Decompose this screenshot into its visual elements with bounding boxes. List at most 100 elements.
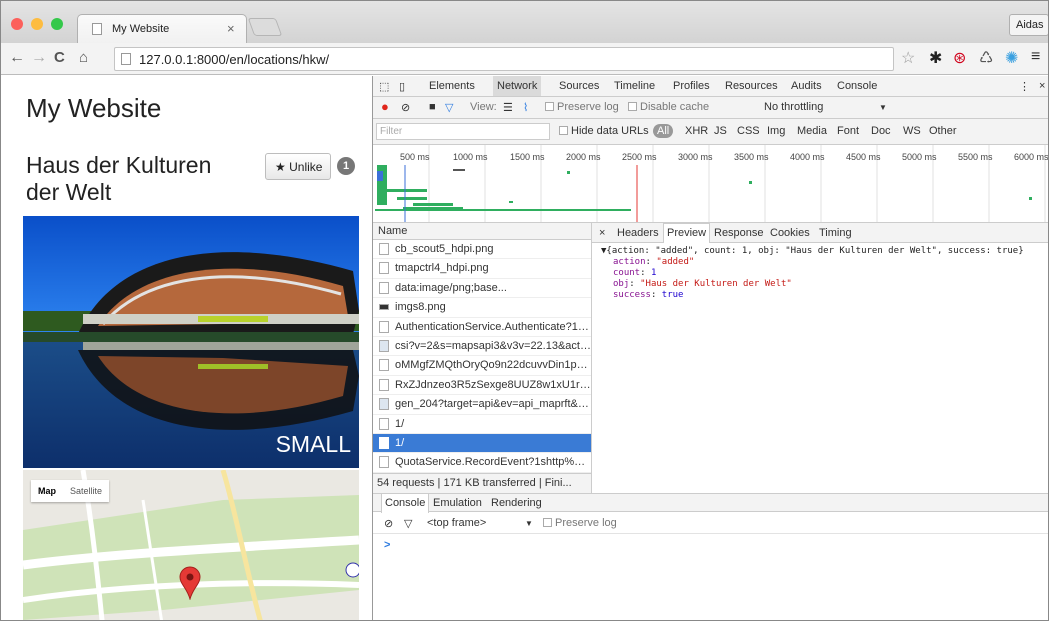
forward-icon[interactable]: → [31,49,47,67]
clear-icon[interactable]: ⊘ [401,101,410,114]
record-icon[interactable]: ● [381,99,389,114]
tab-console[interactable]: Console [837,80,877,92]
recycle-icon[interactable]: ♺ [979,48,993,68]
detail-tabs: × Headers Preview Response Cookies Timin… [592,223,1048,243]
chevron-down-icon: ▼ [879,103,887,112]
capture-screenshots-icon[interactable]: ■ [429,101,436,113]
filter-ws[interactable]: WS [903,125,921,137]
request-row[interactable]: AuthenticationService.Authenticate?1s... [373,318,591,337]
minimize-window-button[interactable] [31,18,43,30]
filter-doc[interactable]: Doc [871,125,891,137]
filter-css[interactable]: CSS [737,125,760,137]
request-row[interactable]: oMMgfZMQthOryQo9n22dcuvvDin1pK... [373,356,591,376]
new-tab-button[interactable] [247,18,283,36]
chevron-down-icon: ▼ [525,519,533,528]
timeline-tick: 4000 ms [790,152,825,162]
request-row[interactable]: RxZJdnzeo3R5zSexge8UUZ8w1xU1rKp... [373,376,591,396]
clear-console-icon[interactable]: ⊘ [384,517,393,530]
request-row[interactable]: data:image/png;base... [373,279,591,299]
filter-xhr[interactable]: XHR [685,125,708,137]
tab-close-icon[interactable]: × [227,21,235,36]
request-row[interactable]: gen_204?target=api&ev=api_maprft&c... [373,395,591,415]
unlike-button[interactable]: ★ Unlike [265,153,331,180]
tab-elements[interactable]: Elements [429,80,475,92]
request-row-selected[interactable]: 1/ [373,433,591,454]
devtools-close-icon[interactable]: × [1039,80,1045,92]
device-mode-icon[interactable]: ▯ [399,80,405,93]
image-icon [379,398,389,411]
tab-headers[interactable]: Headers [617,227,659,239]
pinterest-icon[interactable]: ⊛ [953,48,966,68]
filter-img[interactable]: Img [767,125,785,137]
context-select[interactable]: <top frame> [427,517,486,529]
large-rows-icon[interactable]: ☰ [503,101,513,114]
menu-icon[interactable]: ≡ [1031,48,1040,66]
reload-icon[interactable]: C [54,49,65,66]
console-prompt[interactable]: > [384,539,390,551]
filter-font[interactable]: Font [837,125,859,137]
name-column-header[interactable]: Name [373,223,591,240]
tab-rendering[interactable]: Rendering [491,497,542,509]
tab-timing[interactable]: Timing [819,227,852,239]
overview-icon[interactable]: ⌇ [523,101,528,114]
close-window-button[interactable] [11,18,23,30]
maximize-window-button[interactable] [51,18,63,30]
timeline-tick: 1000 ms [453,152,488,162]
tab-response[interactable]: Response [714,227,764,239]
tab-sources[interactable]: Sources [559,80,599,92]
filter-input[interactable]: Filter [376,123,550,140]
inspect-icon[interactable]: ⬚ [379,80,389,93]
console-preserve-log-checkbox[interactable]: Preserve log [543,517,617,529]
json-field: obj: "Haus der Kulturen der Welt" [613,279,792,289]
timeline-tick: 2500 ms [622,152,657,162]
preserve-log-checkbox[interactable]: Preserve log [545,101,619,113]
settings-gear-icon[interactable]: ✱ [929,48,942,68]
request-row[interactable]: 1/ [373,415,591,434]
extension-icon[interactable]: ✺ [1005,48,1018,68]
console-filter-icon[interactable]: ▽ [404,517,412,530]
browser-tab[interactable]: My Website × [77,14,247,43]
tab-resources[interactable]: Resources [725,80,778,92]
tab-network[interactable]: Network [493,76,542,96]
unlike-label: Unlike [289,160,323,174]
map-type-satellite-button[interactable]: Satellite [63,480,109,502]
json-field: action: "added" [613,257,695,267]
location-title: Haus der Kulturen der Welt [26,152,212,205]
map-marker-icon[interactable] [179,566,201,600]
filter-other[interactable]: Other [929,125,957,137]
tab-timeline[interactable]: Timeline [614,80,655,92]
tab-audits[interactable]: Audits [791,80,822,92]
json-root[interactable]: ▼{action: "added", count: 1, obj: "Haus … [601,246,1048,257]
file-icon [379,378,389,391]
request-row[interactable]: tmapctrl4_hdpi.png [373,259,591,279]
bookmark-star-icon[interactable]: ☆ [901,48,915,68]
request-row[interactable]: QuotaService.RecordEvent?1shttp%3A%... [373,453,591,473]
file-icon [379,243,389,255]
profile-button[interactable]: Aidas [1009,14,1048,36]
request-row[interactable]: csi?v=2&s=mapsapi3&v3v=22.13&acti... [373,337,591,357]
filter-all[interactable]: All [653,124,674,138]
filter-icon[interactable]: ▽ [445,101,453,114]
address-bar[interactable]: 127.0.0.1:8000/en/locations/hkw/ [114,47,894,71]
tab-cookies[interactable]: Cookies [770,227,810,239]
google-map[interactable]: Map Satellite [23,470,359,620]
home-icon[interactable]: ⌂ [79,49,88,66]
tab-console-drawer[interactable]: Console [381,493,430,513]
tab-emulation[interactable]: Emulation [433,497,482,509]
filter-media[interactable]: Media [797,125,827,137]
throttling-select[interactable]: No throttling [764,101,823,113]
network-overview[interactable]: 500 ms 1000 ms 1500 ms 2000 ms 2500 ms 3… [373,145,1048,223]
tab-profiles[interactable]: Profiles [673,80,710,92]
hide-data-urls-checkbox[interactable]: Hide data URLs [559,125,649,137]
disable-cache-checkbox[interactable]: Disable cache [628,101,709,113]
back-icon[interactable]: ← [9,49,25,67]
drawer-tabs: Console Emulation Rendering [373,493,1048,513]
devtools-menu-icon[interactable]: ⋮ [1019,80,1030,93]
filter-js[interactable]: JS [714,125,727,137]
browser-window: My Website × Aidas ← → C ⌂ 127.0.0.1:800… [0,0,1049,621]
tab-preview[interactable]: Preview [663,223,711,243]
request-row[interactable]: imgs8.png [373,298,591,318]
request-row[interactable]: cb_scout5_hdpi.png [373,240,591,260]
map-type-map-button[interactable]: Map [31,480,63,502]
close-detail-icon[interactable]: × [599,227,605,239]
